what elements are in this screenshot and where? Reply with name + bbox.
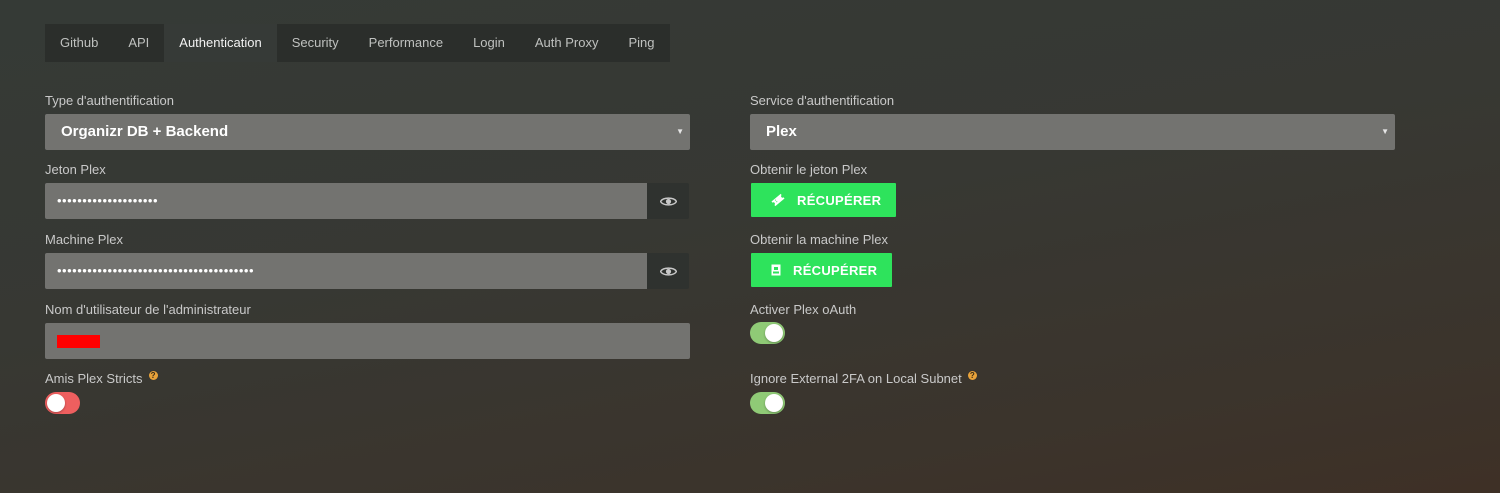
help-icon[interactable]: ? (967, 371, 977, 380)
auth-service-label: Service d'authentification (750, 93, 895, 108)
plex-machine-input[interactable]: ••••••••••••••••••••••••••••••••••••••• (45, 253, 648, 289)
plex-machine-label: Machine Plex (45, 232, 124, 247)
caret-down-icon: ▼ (1381, 127, 1389, 136)
auth-type-select[interactable]: Organizr DB + Backend ▼ (45, 114, 690, 150)
get-machine-button-label: RÉCUPÉRER (793, 262, 878, 278)
auth-type-label: Type d'authentification (45, 93, 174, 108)
get-token-button[interactable]: RÉCUPÉRER (751, 183, 896, 217)
get-token-button-label: RÉCUPÉRER (797, 192, 882, 208)
tab-performance[interactable]: Performance (354, 24, 458, 62)
help-icon[interactable]: ? (148, 371, 158, 380)
ignore-2fa-label: Ignore External 2FA on Local Subnet? (750, 371, 977, 386)
strict-friends-label: Amis Plex Stricts? (45, 371, 158, 386)
show-token-button[interactable] (647, 183, 689, 219)
caret-down-icon: ▼ (676, 127, 684, 136)
toggle-knob (765, 394, 783, 412)
ticket-icon (771, 193, 785, 207)
plex-oauth-label: Activer Plex oAuth (750, 302, 857, 317)
tab-login[interactable]: Login (458, 24, 520, 62)
show-machine-button[interactable] (647, 253, 689, 289)
strict-friends-toggle[interactable] (45, 392, 80, 414)
plex-oauth-toggle[interactable] (750, 322, 785, 344)
tab-api[interactable]: API (113, 24, 164, 62)
auth-service-select[interactable]: Plex ▼ (750, 114, 1395, 150)
admin-username-input[interactable] (45, 323, 690, 359)
plex-token-input[interactable]: •••••••••••••••••••• (45, 183, 648, 219)
tab-ping[interactable]: Ping (613, 24, 669, 62)
admin-username-label: Nom d'utilisateur de l'administrateur (45, 302, 251, 317)
auth-service-value: Plex (766, 123, 797, 140)
ignore-2fa-toggle[interactable] (750, 392, 785, 414)
settings-tabs: Github API Authentication Security Perfo… (45, 24, 670, 62)
toggle-knob (765, 324, 783, 342)
server-icon (771, 264, 781, 276)
toggle-knob (47, 394, 65, 412)
eye-icon (659, 196, 677, 206)
tab-github[interactable]: Github (45, 24, 113, 62)
redaction-box (57, 335, 100, 348)
strict-friends-label-text: Amis Plex Stricts (45, 371, 143, 386)
tab-security[interactable]: Security (277, 24, 354, 62)
auth-type-value: Organizr DB + Backend (61, 123, 229, 140)
tab-authentication[interactable]: Authentication (164, 24, 277, 62)
get-machine-button[interactable]: RÉCUPÉRER (751, 253, 892, 287)
tab-auth-proxy[interactable]: Auth Proxy (520, 24, 614, 62)
eye-icon (659, 266, 677, 276)
plex-token-label: Jeton Plex (45, 162, 106, 177)
ignore-2fa-label-text: Ignore External 2FA on Local Subnet (750, 371, 962, 386)
get-token-label: Obtenir le jeton Plex (750, 162, 868, 177)
get-machine-label: Obtenir la machine Plex (750, 232, 889, 247)
